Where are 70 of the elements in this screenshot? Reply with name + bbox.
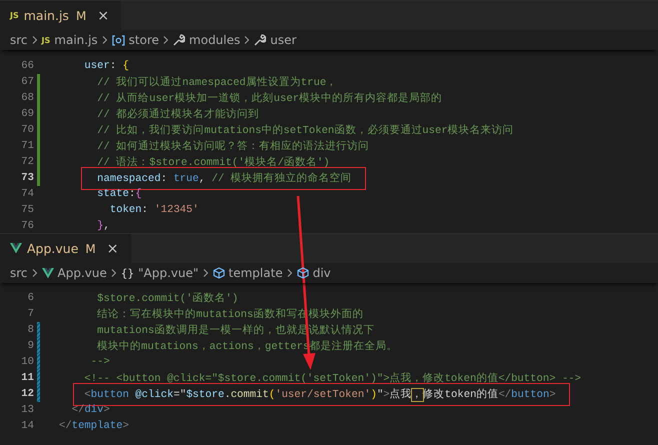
variable-icon bbox=[112, 34, 125, 46]
breadcrumb-item[interactable]: modules bbox=[173, 33, 240, 47]
close-tab-button[interactable]: × bbox=[95, 8, 112, 24]
code-line: </div> bbox=[70, 404, 110, 416]
code-line: </template> bbox=[59, 420, 129, 432]
line-number: 75 bbox=[20, 204, 34, 216]
chevron-icon bbox=[163, 36, 170, 44]
editor-tab[interactable]: App.vue M × bbox=[0, 234, 130, 263]
breadcrumb-item[interactable]: App.vue bbox=[42, 266, 107, 280]
code-line: token: '12345' bbox=[108, 204, 199, 216]
code-line: state:{ bbox=[96, 188, 142, 200]
code-line: // 如何通过模块名访问呢？答：有相应的语法进行访问 bbox=[96, 139, 370, 153]
code-line: // 我们可以通过namespaced属性设置为true， bbox=[96, 75, 338, 89]
code-line: --> bbox=[90, 356, 110, 368]
line-number: 11 bbox=[20, 372, 34, 384]
code-line: }, bbox=[96, 220, 110, 232]
chevron-icon bbox=[102, 36, 108, 44]
chevron-icon bbox=[110, 269, 117, 277]
editor-tab[interactable]: JS main.js M × bbox=[0, 1, 122, 30]
code-line: <!-- <button @click="$store.commit('setToken')">点我，修改token的值</button> --> bbox=[83, 371, 582, 385]
chevron-icon bbox=[244, 36, 250, 44]
chevron-icon bbox=[32, 269, 38, 277]
code-line: // 语法：$store.commit('模块名/函数名') bbox=[96, 155, 330, 169]
line-number: 7 bbox=[26, 308, 34, 320]
code-line: user: { bbox=[83, 60, 129, 72]
js-file-icon: JS bbox=[42, 36, 50, 44]
breadcrumb-item[interactable]: {} "App.vue" bbox=[120, 266, 199, 280]
cube-icon bbox=[212, 267, 225, 279]
line-number: 73 bbox=[20, 172, 34, 184]
breadcrumb-item[interactable]: JS main.js bbox=[42, 33, 98, 47]
code-line: $store.commit('函数名') bbox=[96, 292, 238, 305]
vue-logo-icon bbox=[10, 243, 22, 254]
modified-indicator: M bbox=[76, 8, 86, 22]
braces-icon: {} bbox=[120, 266, 134, 280]
breadcrumb-item[interactable]: user bbox=[254, 33, 296, 47]
line-number: 70 bbox=[20, 124, 34, 136]
vue-logo-icon bbox=[42, 268, 54, 278]
close-tab-button[interactable]: × bbox=[104, 240, 120, 256]
line-number: 12 bbox=[20, 388, 34, 400]
breadcrumb-item[interactable]: div bbox=[296, 266, 331, 280]
breadcrumb-item[interactable]: src bbox=[10, 33, 28, 47]
line-number: 67 bbox=[20, 76, 34, 88]
chevron-icon bbox=[32, 36, 38, 44]
line-number: 66 bbox=[20, 60, 34, 72]
breadcrumb-item[interactable]: src bbox=[10, 266, 28, 280]
line-number: 9 bbox=[26, 340, 34, 352]
code-line: // 都必须通过模块名才能访问到 bbox=[96, 107, 260, 121]
line-number: 13 bbox=[20, 404, 34, 416]
chevron-icon bbox=[286, 269, 293, 277]
js-file-icon: JS bbox=[10, 11, 19, 20]
line-number: 69 bbox=[20, 108, 34, 120]
line-number: 14 bbox=[20, 420, 34, 432]
modified-indicator: M bbox=[85, 242, 96, 256]
breadcrumb-item[interactable]: store bbox=[112, 33, 160, 47]
line-number: 72 bbox=[20, 156, 34, 168]
wrench-icon bbox=[254, 34, 266, 46]
line-number: 10 bbox=[20, 356, 34, 368]
line-number: 71 bbox=[20, 140, 34, 152]
chevron-icon bbox=[202, 269, 209, 277]
code-line: // 比如，我们要访问mutations中的setToken函数，必须要通过user模块名来访问 bbox=[96, 123, 514, 137]
line-number: 68 bbox=[20, 92, 34, 104]
breadcrumb-item[interactable]: template bbox=[212, 266, 283, 280]
line-number: 8 bbox=[26, 324, 34, 336]
line-number: 76 bbox=[20, 220, 34, 232]
wrench-icon bbox=[173, 34, 186, 46]
line-number: 6 bbox=[26, 292, 34, 304]
code-line: // 从而给user模块加一道锁，此刻user模块中的所有内容都是局部的 bbox=[96, 91, 442, 105]
cube-icon bbox=[296, 267, 309, 279]
line-number: 74 bbox=[20, 188, 34, 200]
code-line: namespaced: true, // 模块拥有独立的命名空间 bbox=[59, 171, 352, 185]
